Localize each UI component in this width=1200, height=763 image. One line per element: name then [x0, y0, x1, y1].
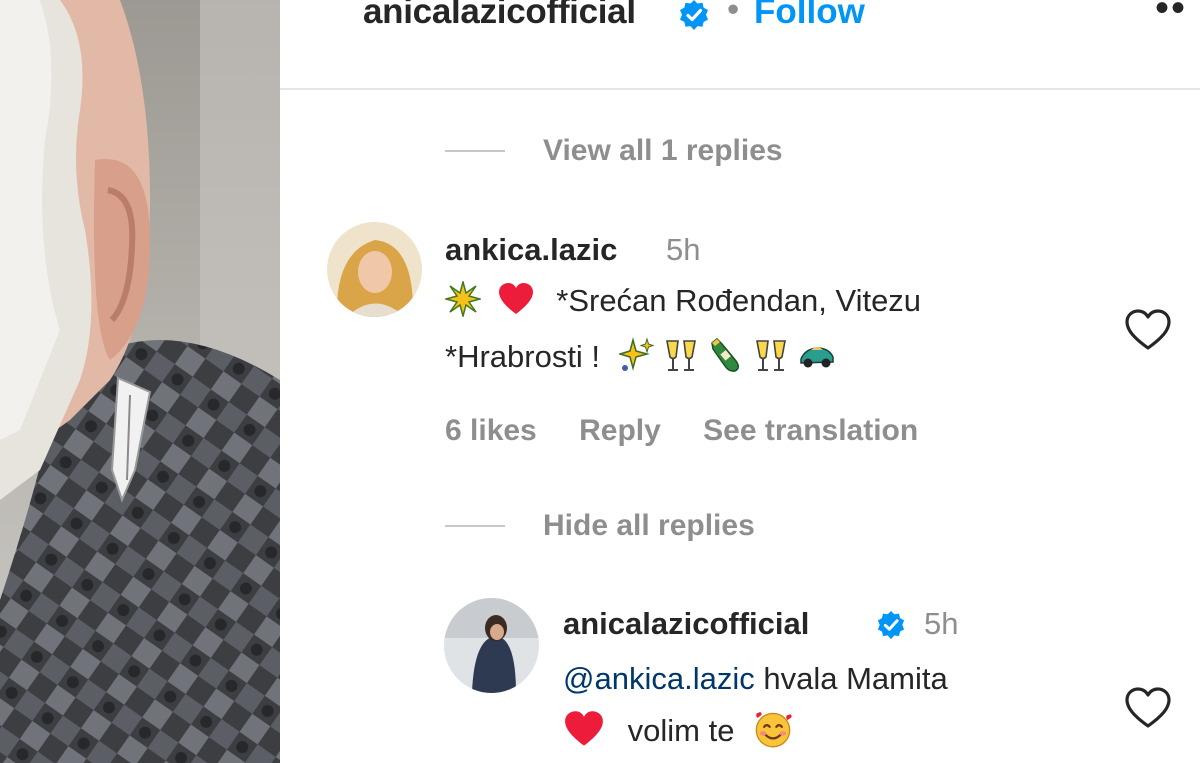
- clinking-glasses-icon-2: [755, 340, 786, 371]
- reply-timestamp[interactable]: 5h: [924, 606, 958, 642]
- comment-likes-count[interactable]: 6 likes: [445, 414, 537, 447]
- reply-text-continued: volim te: [627, 713, 735, 748]
- more-options-button[interactable]: ••: [1155, 0, 1187, 31]
- comment-text-continued: *Hrabrosti !: [445, 339, 601, 374]
- sparkles-icon: [618, 337, 655, 371]
- comment-text-line1: *Srećan Rođendan, Vitezu: [445, 274, 921, 328]
- follow-button[interactable]: Follow: [754, 0, 865, 32]
- smiling-face-with-hearts-icon: [755, 712, 792, 748]
- reply-text-line1: @ankica.lazic hvala Mamita: [563, 652, 948, 706]
- post-photo: [0, 0, 280, 763]
- header-separator: •: [727, 0, 740, 29]
- red-heart-icon: [498, 283, 533, 314]
- like-comment-heart-icon[interactable]: [1124, 308, 1172, 352]
- replies-divider-line: [445, 150, 505, 152]
- comment-text-line2: *Hrabrosti !: [445, 330, 837, 384]
- comment-timestamp[interactable]: 5h: [666, 232, 700, 268]
- comment-text: *Srećan Rođendan, Vitezu: [556, 283, 922, 318]
- comment-see-translation-button[interactable]: See translation: [703, 414, 918, 447]
- verified-badge-icon: [680, 0, 708, 30]
- hide-replies-label: Hide all replies: [543, 509, 755, 542]
- avatar-photo: [327, 222, 422, 317]
- clinking-glasses-icon: [666, 340, 697, 371]
- red-heart-icon-reply: [565, 711, 603, 746]
- hide-replies-toggle[interactable]: Hide all replies: [445, 509, 755, 543]
- reply-author-username[interactable]: anicalazicofficial: [563, 606, 809, 642]
- view-replies-label: View all 1 replies: [543, 134, 783, 167]
- reply-author-avatar[interactable]: [444, 598, 539, 693]
- reply-avatar-photo: [444, 598, 539, 693]
- post-photo-illustration: [0, 0, 280, 763]
- sparkle-star-icon: [445, 281, 481, 317]
- commenter-avatar[interactable]: [327, 222, 422, 317]
- reply-text-line2: volim te: [563, 704, 793, 758]
- replies-divider-line-2: [445, 525, 505, 527]
- comment-actions: 6 likes Reply See translation: [445, 414, 952, 448]
- reply-mention-link[interactable]: @ankica.lazic: [563, 661, 755, 696]
- champagne-bottle-icon: [711, 337, 739, 372]
- reply-text: hvala Mamita: [763, 661, 948, 696]
- reply-verified-badge-icon: [877, 610, 905, 640]
- post-header: anicalazicofficial • Follow ••: [280, 0, 1200, 90]
- post-author-username[interactable]: anicalazicofficial: [363, 0, 636, 32]
- racing-car-icon: [800, 347, 834, 368]
- comments-panel: anicalazicofficial • Follow •• View all …: [280, 0, 1200, 763]
- view-replies-toggle[interactable]: View all 1 replies: [445, 134, 783, 168]
- commenter-username[interactable]: ankica.lazic: [445, 232, 617, 268]
- like-reply-heart-icon[interactable]: [1124, 686, 1172, 730]
- comment-reply-button[interactable]: Reply: [579, 414, 661, 447]
